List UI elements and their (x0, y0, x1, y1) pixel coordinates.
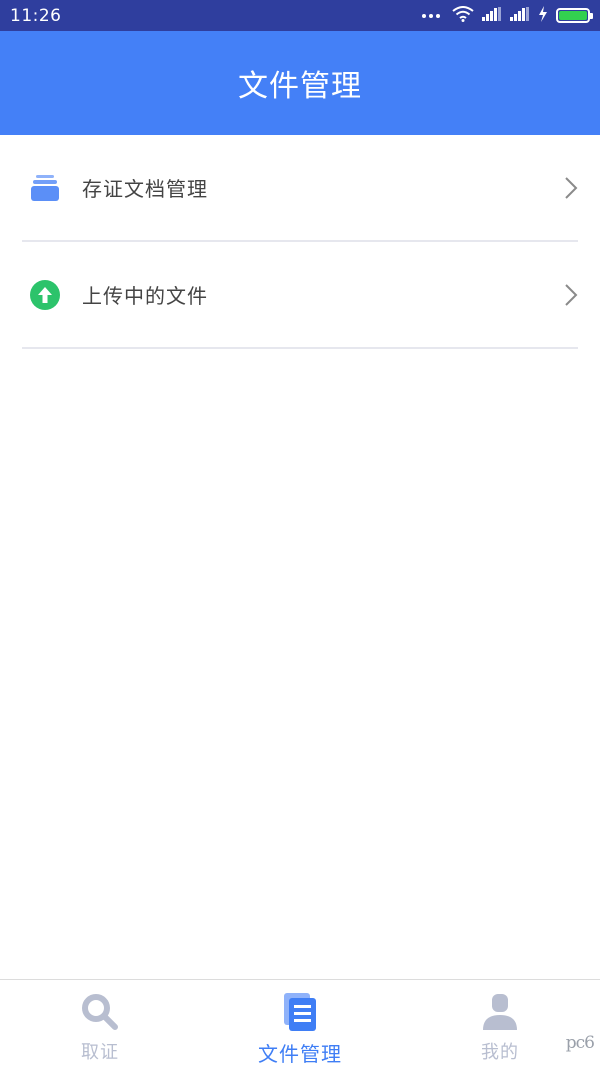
menu-item-label: 上传中的文件 (82, 284, 208, 308)
bottom-nav: 取证 文件管理 我的 pc6 (0, 979, 600, 1067)
status-icons (422, 5, 593, 26)
charging-icon (538, 5, 548, 26)
signal-icon-2 (510, 6, 530, 25)
page-title: 文件管理 (238, 69, 362, 104)
status-bar: 11:26 (0, 0, 600, 31)
nav-label: 取证 (81, 1042, 119, 1063)
nav-tab-file-management[interactable]: 文件管理 (200, 980, 400, 1067)
menu-item-label: 存证文档管理 (82, 177, 208, 201)
menu-item-document-management[interactable]: 存证文档管理 (22, 135, 578, 242)
nav-tab-mine[interactable]: 我的 (400, 980, 600, 1067)
wifi-icon (452, 5, 474, 26)
chevron-right-icon (564, 176, 578, 200)
chevron-right-icon (564, 283, 578, 307)
more-dots-icon (422, 13, 440, 18)
user-icon (480, 992, 520, 1032)
nav-label: 文件管理 (258, 1042, 342, 1066)
search-icon (80, 992, 120, 1032)
document-list-icon (280, 992, 320, 1032)
menu-list: 存证文档管理 上传中的文件 (0, 135, 600, 349)
upload-arrow-icon (30, 279, 60, 310)
app-screen: 11:26 文件管理 存证文档管理 上传中的文件 取证 文件管理 我的 pc6 (0, 0, 600, 1067)
nav-tab-evidence[interactable]: 取证 (0, 980, 200, 1067)
app-header: 文件管理 (0, 31, 600, 135)
document-stack-icon (30, 173, 60, 203)
status-time: 11:26 (10, 5, 62, 26)
signal-icon (482, 6, 502, 25)
battery-icon (556, 8, 593, 23)
menu-item-uploading-files[interactable]: 上传中的文件 (22, 242, 578, 349)
watermark-logo: pc6 (565, 1033, 595, 1053)
nav-label: 我的 (481, 1042, 519, 1063)
